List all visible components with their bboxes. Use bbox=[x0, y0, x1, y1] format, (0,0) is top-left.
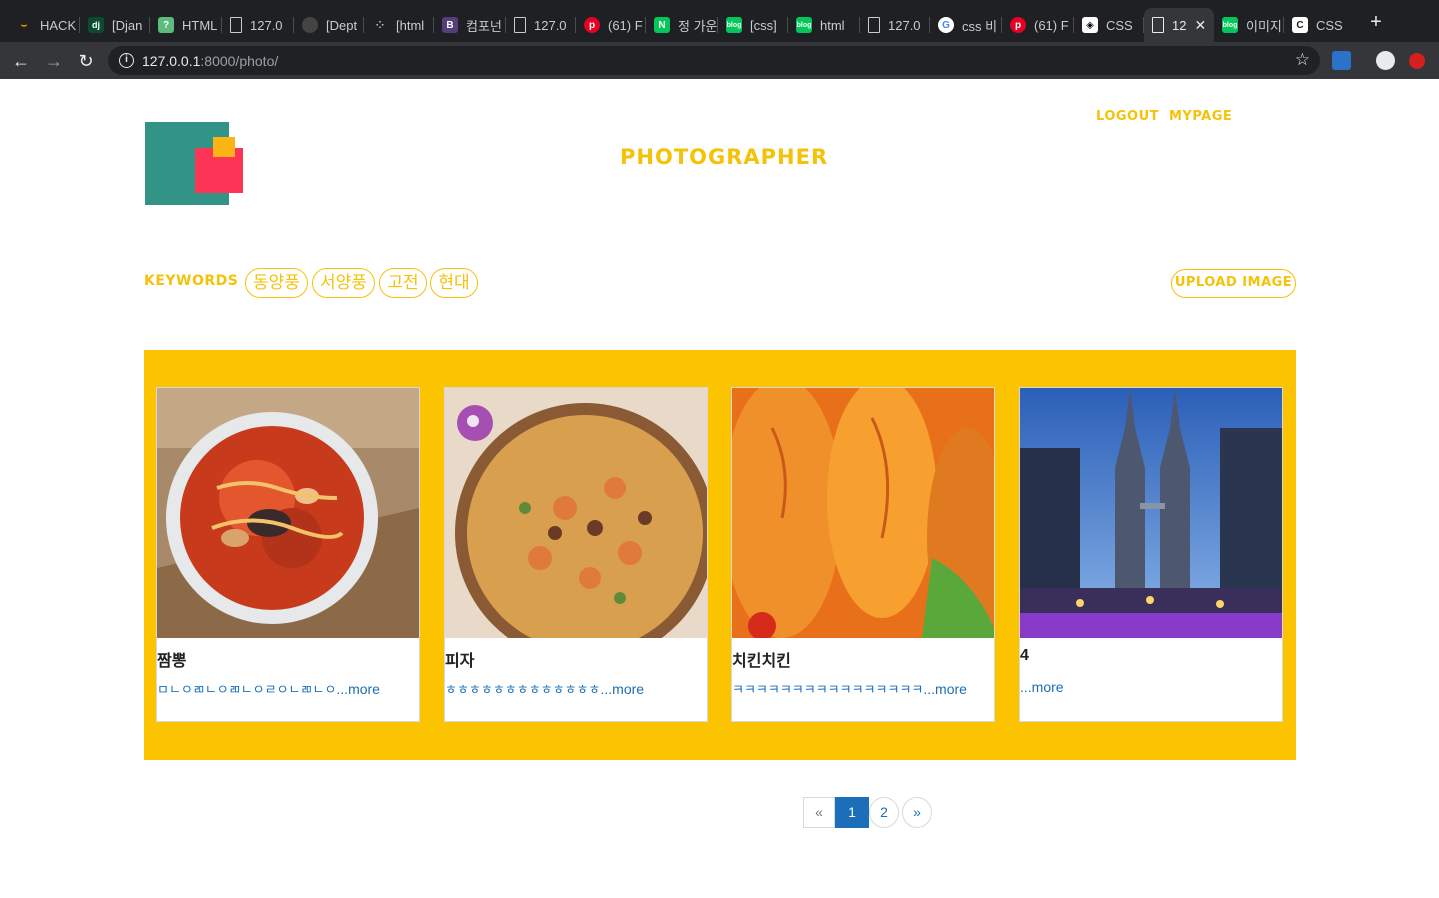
pinterest-icon: p bbox=[1010, 17, 1026, 33]
next-page-button[interactable]: » bbox=[902, 797, 932, 828]
card-title: 피자 bbox=[445, 653, 475, 670]
browser-tab[interactable]: Gcss 비 bbox=[930, 8, 1002, 42]
photo-fried-chicken[interactable] bbox=[732, 388, 994, 638]
reload-icon[interactable]: ↻ bbox=[75, 50, 97, 72]
google-icon: G bbox=[938, 17, 954, 33]
photo-card[interactable]: 치킨치킨 ㅋㅋㅋㅋㅋㅋㅋㅋㅋㅋㅋㅋㅋㅋㅋㅋ...more bbox=[731, 387, 995, 722]
photo-pizza[interactable] bbox=[445, 388, 707, 638]
css-icon: C bbox=[1292, 17, 1308, 33]
page-1-button[interactable]: 1 bbox=[835, 797, 869, 828]
browser-tab[interactable]: 127.0 bbox=[222, 8, 294, 42]
photo-gallery: 짬뽕 ㅁㄴㅇㄻㄴㅇㄻㄴㅇㄹㅇㄴㄻㄴㅇ...more 피자 ㅎㅎㅎㅎㅎㅎㅎㅎㅎㅎㅎ… bbox=[144, 350, 1296, 760]
page-icon bbox=[1152, 17, 1164, 33]
address-bar[interactable]: i 127.0.0.1:8000/photo/ ☆ bbox=[108, 46, 1320, 75]
browser-tab[interactable]: blog html bbox=[788, 8, 860, 42]
github-icon bbox=[302, 17, 318, 33]
bootstrap-icon: B bbox=[442, 17, 458, 33]
site-title: PHOTOGRAPHER bbox=[620, 145, 829, 169]
new-tab-button[interactable]: + bbox=[1366, 12, 1386, 32]
keywords-label: KEYWORDS bbox=[144, 273, 239, 289]
naver-icon: N bbox=[654, 17, 670, 33]
browser-tab[interactable]: ? HTML bbox=[150, 8, 222, 42]
card-description: ㅋㅋㅋㅋㅋㅋㅋㅋㅋㅋㅋㅋㅋㅋㅋㅋ...more bbox=[732, 681, 967, 697]
blog-icon: blog bbox=[726, 17, 742, 33]
logout-link[interactable]: LOGOUT bbox=[1096, 109, 1159, 124]
bookmark-star-icon[interactable]: ☆ bbox=[1295, 50, 1310, 70]
card-description: ...more bbox=[1020, 679, 1064, 695]
browser-tab-strip: ⌣ HACK dj [Djan ? HTML 127.0 [Dept ⁘ [html B… bbox=[0, 0, 1439, 42]
keyword-chip-western[interactable]: 서양풍 bbox=[312, 268, 375, 298]
browser-toolbar: ← → ↻ i 127.0.0.1:8000/photo/ ☆ bbox=[0, 42, 1439, 79]
more-link[interactable]: ...more bbox=[1020, 679, 1064, 695]
browser-tab[interactable]: C CSS bbox=[1284, 8, 1354, 42]
more-link[interactable]: ...more bbox=[923, 681, 967, 697]
blog-icon: blog bbox=[1222, 17, 1238, 33]
browser-tab[interactable]: B 컴포넌 bbox=[434, 8, 506, 42]
keyword-chip-modern[interactable]: 현대 bbox=[430, 268, 478, 298]
card-title: 4 bbox=[1020, 647, 1029, 664]
card-title: 짬뽕 bbox=[157, 653, 187, 670]
back-arrow-icon[interactable]: ← bbox=[10, 50, 32, 72]
browser-tab[interactable]: dj [Djan bbox=[80, 8, 150, 42]
browser-tab[interactable]: blog 이미지 bbox=[1214, 8, 1284, 42]
keyword-chip-oriental[interactable]: 동양풍 bbox=[245, 268, 308, 298]
photo-noodle-soup[interactable] bbox=[157, 388, 419, 638]
more-link[interactable]: ...more bbox=[336, 681, 380, 697]
question-icon: ? bbox=[158, 17, 174, 33]
codepen-icon: ◈ bbox=[1082, 17, 1098, 33]
card-description: ㅎㅎㅎㅎㅎㅎㅎㅎㅎㅎㅎㅎㅎ...more bbox=[445, 681, 645, 697]
amazon-icon: ⌣ bbox=[20, 19, 28, 31]
photo-card[interactable]: 피자 ㅎㅎㅎㅎㅎㅎㅎㅎㅎㅎㅎㅎㅎ...more bbox=[444, 387, 708, 722]
update-icon[interactable] bbox=[1409, 53, 1425, 69]
info-icon[interactable]: i bbox=[119, 53, 134, 68]
browser-tab[interactable]: 127.0 bbox=[506, 8, 576, 42]
page-content: PHOTOGRAPHER LOGOUT MYPAGE KEYWORDS 동양풍 … bbox=[0, 79, 1439, 898]
page-icon bbox=[514, 17, 526, 33]
pagination: « 1 2 » bbox=[803, 797, 932, 829]
photo-card[interactable]: 4 ...more bbox=[1019, 387, 1283, 722]
browser-tab[interactable]: ⁘ [html bbox=[364, 8, 434, 42]
extension-icon[interactable] bbox=[1332, 51, 1351, 70]
prev-page-button[interactable]: « bbox=[803, 797, 835, 828]
page-2-button[interactable]: 2 bbox=[869, 797, 899, 828]
blog-icon: blog bbox=[796, 17, 812, 33]
upload-image-button[interactable]: UPLOAD IMAGE bbox=[1171, 269, 1296, 298]
page-icon bbox=[868, 17, 880, 33]
photo-city-towers[interactable] bbox=[1020, 388, 1282, 638]
keyword-chip-classic[interactable]: 고전 bbox=[379, 268, 427, 298]
browser-tab[interactable]: p (61) F bbox=[1002, 8, 1074, 42]
card-title: 치킨치킨 bbox=[732, 653, 791, 670]
browser-tab[interactable]: ⌣ HACK bbox=[8, 8, 80, 42]
photo-card[interactable]: 짬뽕 ㅁㄴㅇㄻㄴㅇㄻㄴㅇㄹㅇㄴㄻㄴㅇ...more bbox=[156, 387, 420, 722]
profile-icon[interactable] bbox=[1376, 51, 1395, 70]
forward-arrow-icon[interactable]: → bbox=[43, 50, 65, 72]
browser-tab-active[interactable]: 12 ✕ bbox=[1144, 8, 1214, 42]
page-icon bbox=[230, 17, 242, 33]
browser-tab[interactable]: p (61) F bbox=[576, 8, 646, 42]
url-text: 127.0.0.1:8000/photo/ bbox=[142, 53, 279, 69]
close-tab-icon[interactable]: ✕ bbox=[1194, 17, 1206, 34]
card-description: ㅁㄴㅇㄻㄴㅇㄻㄴㅇㄹㅇㄴㄻㄴㅇ...more bbox=[157, 681, 380, 697]
browser-tab[interactable]: 127.0 bbox=[860, 8, 930, 42]
site-logo[interactable] bbox=[145, 122, 243, 205]
browser-tab[interactable]: blog [css] bbox=[718, 8, 788, 42]
browser-tab[interactable]: ◈ CSS bbox=[1074, 8, 1144, 42]
browser-tab[interactable]: N정 가운 bbox=[646, 8, 718, 42]
browser-tab[interactable]: [Dept bbox=[294, 8, 364, 42]
django-icon: dj bbox=[88, 17, 104, 33]
pinterest-icon: p bbox=[584, 17, 600, 33]
dots-icon: ⁘ bbox=[375, 19, 385, 31]
mypage-link[interactable]: MYPAGE bbox=[1169, 109, 1232, 124]
more-link[interactable]: ...more bbox=[600, 681, 644, 697]
